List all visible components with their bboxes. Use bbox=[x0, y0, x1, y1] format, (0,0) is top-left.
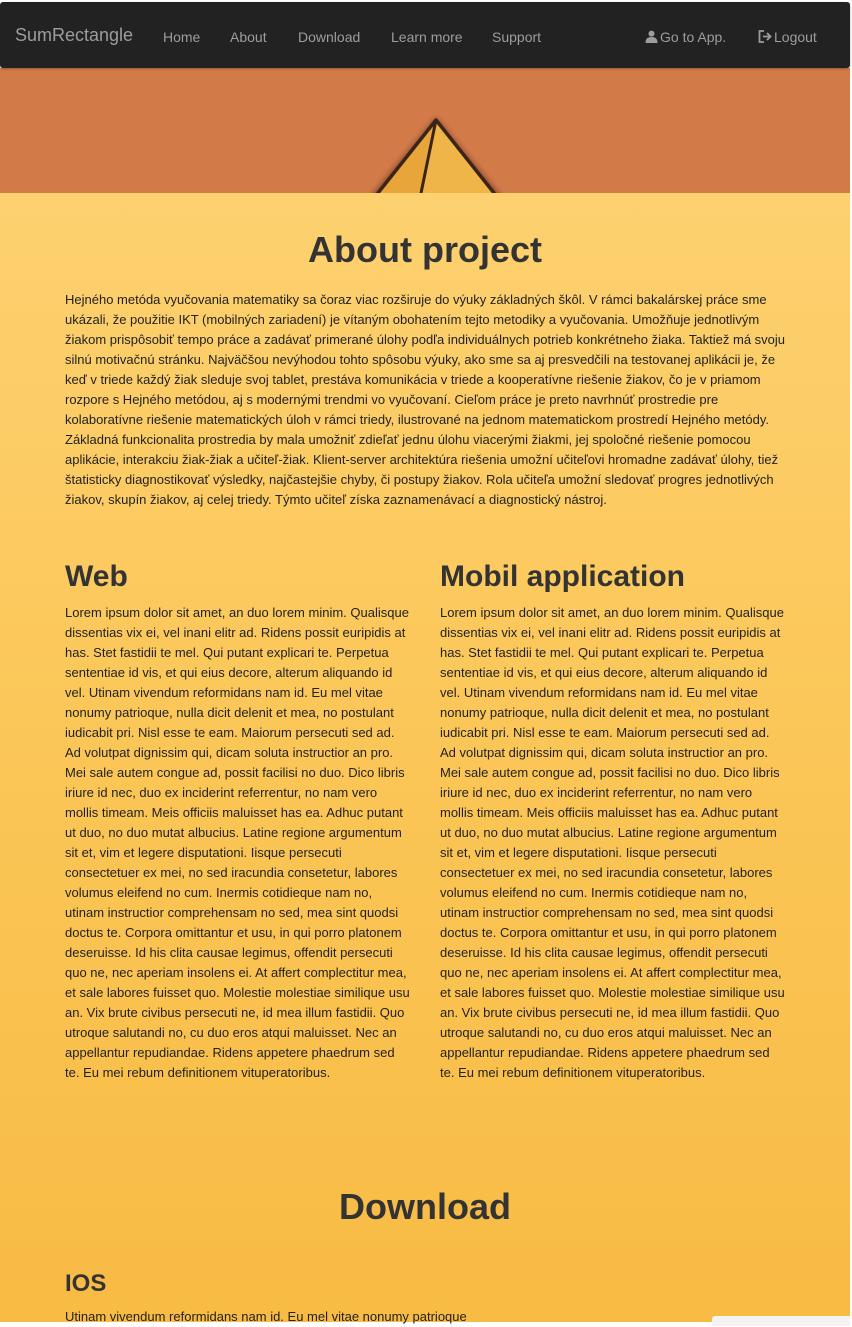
web-text: Lorem ipsum dolor sit amet, an duo lorem… bbox=[65, 605, 410, 1080]
ios-text: Utinam vivendum reformidans nam id. Eu m… bbox=[65, 1309, 467, 1324]
navbar: SumRectangle Home About Download Learn m… bbox=[0, 2, 850, 68]
logout-icon bbox=[758, 30, 772, 43]
main-content: About project Hejného metóda vyučovania … bbox=[0, 193, 850, 1324]
logout-label: Logout bbox=[774, 29, 817, 45]
about-title: About project bbox=[308, 229, 542, 270]
nav-support[interactable]: Support bbox=[492, 29, 541, 45]
nav-learn-more[interactable]: Learn more bbox=[391, 29, 463, 45]
logout-link[interactable]: Logout bbox=[758, 29, 817, 45]
nav-about[interactable]: About bbox=[230, 29, 267, 45]
go-to-app-link[interactable]: Go to App. bbox=[645, 29, 726, 45]
ios-title: IOS bbox=[65, 1270, 107, 1297]
web-title: Web bbox=[65, 560, 128, 593]
go-to-app-label: Go to App. bbox=[660, 29, 727, 45]
hero-banner bbox=[0, 68, 850, 193]
mobile-title: Mobil application bbox=[440, 560, 685, 593]
about-text: Hejného metóda vyučovania matematiky sa … bbox=[65, 292, 786, 507]
nav-download[interactable]: Download bbox=[298, 29, 360, 45]
corner-widget[interactable] bbox=[712, 1316, 850, 1326]
nav-home[interactable]: Home bbox=[163, 29, 200, 45]
brand-link[interactable]: SumRectangle bbox=[15, 25, 133, 46]
mobile-text: Lorem ipsum dolor sit amet, an duo lorem… bbox=[440, 605, 785, 1080]
user-icon bbox=[645, 30, 658, 43]
pyramid-logo bbox=[374, 118, 498, 193]
download-title: Download bbox=[339, 1186, 511, 1227]
